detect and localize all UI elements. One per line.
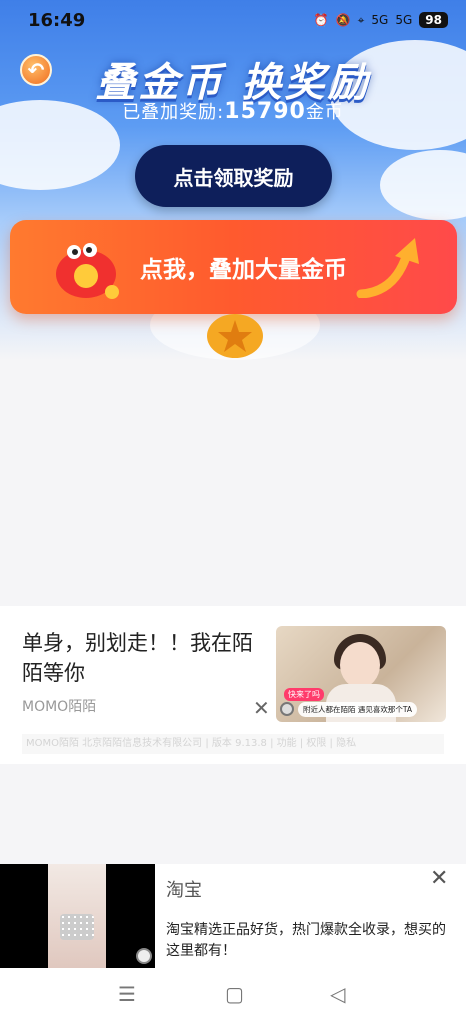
home-icon[interactable]: ▢ — [225, 982, 244, 1006]
signal-icon: 5G — [371, 13, 389, 27]
signal-icon: 5G — [395, 13, 413, 27]
reward-label: 已叠加奖励: — [122, 102, 225, 123]
stack-coins-button[interactable]: 点我，叠加大量金币 — [10, 220, 457, 314]
ad-source: MOMO陌陌 — [22, 699, 97, 715]
ad-image-tag: 快来了吗 — [284, 688, 324, 701]
stack-button-label: 点我，叠加大量金币 — [140, 257, 347, 283]
ad-logo-icon — [280, 702, 294, 716]
reward-summary: 已叠加奖励:15790金币 — [0, 98, 466, 124]
up-arrow-icon — [356, 238, 419, 298]
menu-icon[interactable]: ☰ — [118, 982, 136, 1006]
mute-icon: 🔕 — [335, 13, 351, 27]
ad-headline: 单身，别划走！！我在陌陌等你 — [22, 631, 253, 685]
close-icon[interactable]: ✕ — [430, 866, 448, 891]
money-bag-icon — [56, 243, 119, 299]
cloud-decoration — [380, 150, 466, 220]
reward-unit: 金币 — [305, 102, 344, 123]
ad-description: 淘宝精选正品好货，热门爆款全收录，想买的这里都有！ — [166, 922, 446, 959]
ad-image-caption: 附近人都在陌陌 遇见喜欢那个TA — [298, 702, 418, 717]
back-icon[interactable]: ◁ — [330, 982, 345, 1006]
status-bar: 16:49 ⏰ 🔕 ⌖ 5G 5G 98 — [0, 0, 466, 40]
reward-amount: 15790 — [224, 99, 306, 124]
system-nav-bar: ☰ ▢ ◁ — [0, 970, 466, 1024]
status-time: 16:49 — [28, 10, 86, 31]
claim-reward-button[interactable]: 点击领取奖励 — [135, 145, 332, 207]
ad-card-momo[interactable]: 单身，别划走！！我在陌陌等你 MOMO陌陌 ✕ 快来了吗 附近人都在陌陌 遇见喜… — [0, 606, 466, 764]
ad-video-thumbnail[interactable] — [0, 864, 155, 968]
ad-image[interactable]: 快来了吗 附近人都在陌陌 遇见喜欢那个TA — [276, 626, 446, 722]
coin-icon — [207, 314, 263, 358]
location-icon: ⌖ — [357, 12, 365, 27]
ad-logo-icon — [136, 948, 152, 964]
ad-title: 淘宝 — [166, 880, 202, 901]
battery-icon: 98 — [419, 12, 448, 28]
ad-card-taobao[interactable]: 淘宝 ✕ 淘宝精选正品好货，热门爆款全收录，想买的这里都有！ — [0, 864, 466, 970]
close-icon[interactable]: ✕ — [253, 696, 270, 720]
alarm-icon: ⏰ — [313, 13, 329, 27]
ad-app-info[interactable]: MOMO陌陌 北京陌陌信息技术有限公司 | 版本 9.13.8 | 功能 | 权… — [22, 734, 444, 754]
